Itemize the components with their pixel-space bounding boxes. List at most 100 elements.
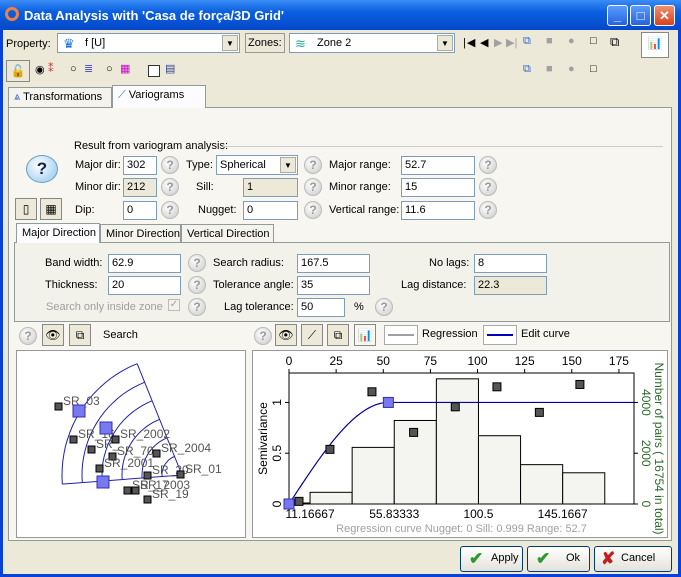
experimental-point <box>294 496 304 506</box>
lock-button[interactable]: 🔓 <box>6 60 30 82</box>
x-bottom-tick-label: 145.1667 <box>538 507 588 521</box>
chart-view-button[interactable]: 📊 <box>641 32 669 58</box>
help-icon[interactable]: ? <box>479 178 497 196</box>
copy-icon[interactable]: ⧉ <box>523 35 531 48</box>
chevron-down-icon[interactable]: ▼ <box>280 157 296 173</box>
last-icon[interactable]: ▶| <box>506 36 517 49</box>
new-icon[interactable]: □ <box>590 35 597 47</box>
help-icon[interactable]: ? <box>479 156 497 174</box>
grid-checkbox[interactable] <box>148 65 160 77</box>
help-icon[interactable]: ? <box>375 298 393 316</box>
search-radius-input[interactable]: 167.5 <box>297 254 370 273</box>
radio-layers[interactable]: ○ <box>70 63 77 75</box>
experimental-point <box>492 382 502 392</box>
variogram-button[interactable]: ⟋ <box>301 324 323 346</box>
next-icon[interactable]: ▶ <box>494 36 502 49</box>
help-icon[interactable]: ? <box>304 156 322 174</box>
copy-icon-2[interactable]: ⧉ <box>523 63 531 76</box>
new-icon-2[interactable]: □ <box>590 63 597 75</box>
tab-major-direction[interactable]: Major Direction <box>16 223 100 243</box>
chevron-down-icon[interactable]: ▼ <box>222 35 238 51</box>
band-width-input[interactable]: 62.9 <box>108 254 181 273</box>
major-range-input[interactable]: 52.7 <box>401 156 475 175</box>
help-icon[interactable]: ? <box>479 201 497 219</box>
tab-label: Variograms <box>128 89 185 101</box>
variogram-chart[interactable]: 0 25 50 75 100 125 150 175 11.16667 55.83333 100.5… <box>252 350 668 538</box>
lag-tolerance-input[interactable]: 50 <box>297 298 345 317</box>
help-icon[interactable]: ? <box>304 201 322 219</box>
search-canvas[interactable]: SR_03 SR_16 SR_2002 SR_ SR_70 SR_2004 SR_2001 S… <box>16 350 246 538</box>
well-label: SR_2002 <box>120 427 170 441</box>
type-value: Spherical <box>220 159 266 171</box>
lag-tolerance-label: Lag tolerance: <box>224 301 294 313</box>
help-icon[interactable]: ? <box>254 327 272 345</box>
lag-distance-label: Lag distance: <box>401 279 467 291</box>
close-button[interactable]: ✕ <box>654 5 675 26</box>
help-icon[interactable]: ? <box>161 201 179 219</box>
window-button[interactable]: ⧉ <box>327 324 349 346</box>
type-select[interactable]: Spherical ▼ <box>216 155 298 175</box>
prev-icon[interactable]: ◀ <box>480 36 488 49</box>
tab-label: Transformations <box>23 91 103 103</box>
well-marker <box>143 495 152 504</box>
thickness-input[interactable]: 20 <box>108 276 181 295</box>
ok-button[interactable]: ✔ Ok <box>527 546 590 572</box>
tolerance-angle-label: Tolerance angle: <box>213 279 294 291</box>
y-axis-label: Semivariance <box>256 402 270 475</box>
nugget-input[interactable]: 0 <box>243 201 298 220</box>
help-icon[interactable]: ? <box>19 327 37 345</box>
paste-special-icon-2[interactable]: ● <box>568 63 575 75</box>
major-dir-input[interactable]: 302 <box>123 156 157 175</box>
property-icon: ♛ <box>63 36 75 51</box>
y2-axis-label: Number of pairs ( 16754 in total) <box>652 362 666 534</box>
radio-grid[interactable]: ○ <box>106 63 113 75</box>
grid-color-icon: ▦ <box>120 63 131 75</box>
check-icon: ✔ <box>536 549 551 568</box>
well-marker <box>54 402 63 411</box>
minimize-button[interactable]: _ <box>607 5 628 26</box>
help-icon[interactable]: ? <box>188 276 206 294</box>
edit-curve-legend-button[interactable] <box>483 325 517 345</box>
x-tick-label: 75 <box>424 354 438 368</box>
zones-select[interactable]: ≋ Zone 2 ▼ <box>289 33 455 53</box>
paste-icon[interactable]: ■ <box>546 35 553 47</box>
help-icon[interactable]: ? <box>26 155 58 183</box>
copy-all-icon[interactable]: ⧉ <box>610 34 619 50</box>
y2-tick-label: 2000 <box>639 440 653 467</box>
chevron-down-icon[interactable]: ▼ <box>437 35 453 51</box>
paste-special-icon[interactable]: ● <box>568 35 575 47</box>
window-button[interactable]: ⧉ <box>69 324 91 346</box>
tab-transformations[interactable]: ⩓ Transformations <box>8 87 112 107</box>
search-only-checkbox[interactable]: ✓ <box>168 299 180 311</box>
new-variogram-button[interactable]: ▯ <box>15 198 37 220</box>
help-icon[interactable]: ? <box>188 254 206 272</box>
nugget-label: Nugget: <box>198 204 237 216</box>
dip-input[interactable]: 0 <box>123 201 157 220</box>
help-icon[interactable]: ? <box>304 178 322 196</box>
eye-button[interactable]: 👁 <box>275 324 297 346</box>
no-lags-input[interactable]: 8 <box>474 254 547 273</box>
grid-3d-button[interactable]: ▦ <box>40 198 62 220</box>
search-radius-label: Search radius: <box>213 257 284 269</box>
regression-legend-button[interactable] <box>384 325 418 345</box>
minor-range-input[interactable]: 15 <box>401 178 475 197</box>
radio-wells[interactable]: ◉ <box>35 63 45 76</box>
property-select[interactable]: ♛ f [U] ▼ <box>57 33 240 53</box>
histogram-button[interactable]: 📊 <box>354 324 376 346</box>
help-icon[interactable]: ? <box>161 156 179 174</box>
maximize-button[interactable]: □ <box>630 5 651 26</box>
vertical-range-input[interactable]: 11.6 <box>401 201 475 220</box>
tab-variograms[interactable]: ⟋ Variograms <box>112 85 206 108</box>
cancel-button[interactable]: ✘ Cancel <box>594 546 672 572</box>
tolerance-angle-input[interactable]: 35 <box>297 276 370 295</box>
help-icon[interactable]: ? <box>188 298 206 316</box>
paste-icon-2[interactable]: ■ <box>546 63 553 75</box>
eye-button[interactable]: 👁 <box>42 324 64 346</box>
apply-button[interactable]: ✔ Apply <box>460 546 523 572</box>
tab-minor-direction[interactable]: Minor Direction <box>100 224 181 242</box>
title-bar: Data Analysis with 'Casa de força/3D Gri… <box>0 0 681 30</box>
search-handle <box>72 404 86 418</box>
help-icon[interactable]: ? <box>161 178 179 196</box>
first-icon[interactable]: |◀ <box>463 36 476 49</box>
tab-vertical-direction[interactable]: Vertical Direction <box>181 224 274 242</box>
